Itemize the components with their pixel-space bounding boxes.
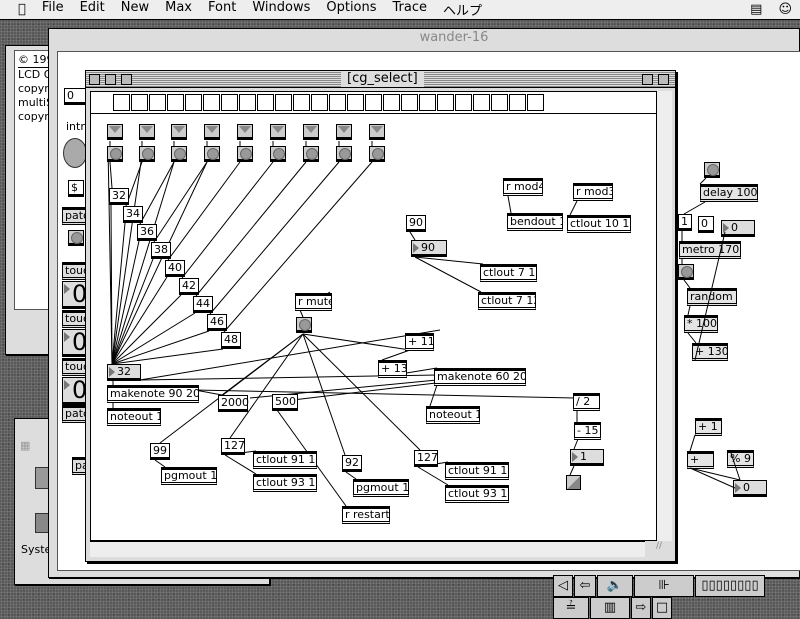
toggle[interactable] — [204, 124, 220, 140]
patcher-obj-box[interactable]: pgmout 11 — [161, 467, 217, 485]
patch-cord[interactable] — [167, 161, 241, 261]
patcher-obj-box[interactable]: ctlout 91 12 — [445, 462, 509, 480]
toggle[interactable] — [336, 124, 352, 140]
patcher-num-box[interactable]: 36 — [137, 224, 157, 241]
patch-cord[interactable] — [111, 276, 168, 365]
patcher-obj-box[interactable]: pgmout 12 — [353, 479, 409, 497]
patch-cord[interactable] — [417, 466, 449, 486]
patch-cord[interactable] — [109, 161, 113, 189]
patcher-gnum-box[interactable]: 90 — [411, 240, 447, 257]
sound-input-icon[interactable]: ≟ — [553, 597, 589, 619]
patcher-obj-box[interactable]: makenote 60 2000 — [434, 368, 526, 386]
patcher-num-box[interactable]: 2000 — [218, 395, 249, 412]
patcher-obj-box[interactable]: ctlout 91 11 — [253, 451, 317, 469]
bang-button[interactable] — [139, 146, 155, 162]
patcher-num-box[interactable]: 42 — [179, 278, 199, 295]
patcher-num-box[interactable]: 48 — [221, 332, 241, 349]
patcher-obj-box[interactable]: ctlout 10 12 — [567, 215, 631, 233]
patch-cord[interactable] — [569, 465, 575, 476]
display-icon[interactable]: ▥ — [590, 597, 630, 619]
patcher-obj-box[interactable]: + 13 — [378, 360, 407, 378]
bang-button[interactable] — [336, 146, 352, 162]
patcher-obj-box[interactable]: noteout 11 — [107, 408, 161, 426]
patch-cord[interactable] — [573, 438, 579, 450]
patcher-num-box[interactable]: 40 — [165, 260, 185, 277]
bang-button[interactable] — [270, 146, 286, 162]
toggle[interactable] — [237, 124, 253, 140]
bang-button[interactable] — [171, 146, 187, 162]
patch-cord[interactable] — [409, 231, 416, 241]
patcher-obj-box[interactable]: - 15 — [574, 422, 601, 440]
patch-cord[interactable] — [414, 256, 482, 293]
patch-cord[interactable] — [507, 195, 512, 214]
scroll-right-icon[interactable]: ⇨ — [631, 597, 651, 619]
scroll-left-icon[interactable]: ⇦ — [574, 575, 596, 597]
patch-cord[interactable] — [345, 471, 357, 480]
patcher-num-box[interactable]: 38 — [151, 242, 171, 259]
patcher-gnum-box[interactable]: 1 — [570, 449, 604, 466]
patcher-num-box[interactable]: 127 — [414, 450, 438, 467]
toggle[interactable] — [171, 124, 187, 140]
patch-cord[interactable] — [194, 389, 576, 399]
patcher-obj-box[interactable]: makenote 90 2000 — [107, 385, 199, 403]
patcher-num-box[interactable]: 500 — [272, 394, 298, 411]
patch-cord[interactable] — [224, 454, 257, 475]
patcher-obj-box[interactable]: + 11 — [405, 333, 434, 351]
patch-cord[interactable] — [229, 333, 304, 439]
toggle[interactable] — [270, 124, 286, 140]
close-strip-icon[interactable]: □ — [652, 597, 672, 619]
patcher-num-box[interactable]: 99 — [150, 443, 170, 460]
bang-button[interactable] — [237, 146, 253, 162]
patcher-obj-box[interactable]: ctlout 93 11 — [253, 474, 317, 492]
patch-cord[interactable] — [302, 333, 411, 351]
patch-cord[interactable] — [111, 330, 210, 365]
volume-bar-icon[interactable]: ▯▯▯▯▯▯▯▯ — [695, 575, 765, 597]
patcher-obj-box[interactable]: bendout 12 — [507, 213, 563, 231]
patcher-obj-box[interactable]: r mute — [295, 293, 332, 311]
patcher-obj-box[interactable]: r restart — [342, 506, 390, 524]
patch-cord[interactable] — [299, 309, 304, 318]
patcher-num-box[interactable]: 34 — [123, 206, 143, 223]
patcher-num-box[interactable]: 92 — [342, 455, 362, 472]
patch-cord[interactable] — [381, 349, 411, 361]
bang-button[interactable] — [369, 146, 385, 162]
patch-cord[interactable] — [209, 161, 340, 315]
patcher-num-box[interactable]: 32 — [109, 188, 129, 205]
patch-cord[interactable] — [154, 459, 166, 468]
patcher-obj-box[interactable]: / 2 — [573, 393, 600, 411]
patcher-num-box[interactable]: 127 — [221, 438, 245, 455]
toggle[interactable] — [107, 124, 123, 140]
patch-cords — [107, 141, 579, 507]
patcher-obj-box[interactable]: ctlout 7 11 — [480, 264, 537, 282]
speaker-icon[interactable]: 🔈 — [597, 575, 633, 597]
patcher-num-box[interactable]: 46 — [207, 314, 227, 331]
patcher-obj-box[interactable]: r mod4 — [503, 178, 543, 196]
patcher-obj-box[interactable]: r mod3 — [573, 183, 613, 201]
mute-bang-button[interactable] — [296, 317, 312, 333]
patcher-obj-box[interactable]: noteout 12 — [426, 406, 480, 424]
patch-cord[interactable] — [111, 258, 154, 365]
patcher-num-box[interactable]: 44 — [193, 296, 213, 313]
patch-cord[interactable] — [111, 348, 224, 365]
strip-tab-icon[interactable]: ◁ — [553, 575, 573, 597]
toggle[interactable] — [303, 124, 319, 140]
patcher-obj-box[interactable]: ctlout 7 12 — [478, 292, 536, 310]
patcher-gnum-box[interactable]: 32 — [107, 364, 141, 381]
bang-button[interactable] — [303, 146, 319, 162]
control-strip: ◁ ⇦ 🔈 ⊪ ▯▯▯▯▯▯▯▯ ≟ ▥ ⇨ □ — [553, 575, 800, 619]
toggle[interactable] — [139, 124, 155, 140]
patch-cord[interactable] — [111, 240, 140, 365]
toggle[interactable] — [369, 124, 385, 140]
slider-icon[interactable] — [566, 475, 581, 490]
bang-button[interactable] — [204, 146, 220, 162]
patcher-obj-box[interactable]: ctlout 93 12 — [445, 485, 509, 503]
patch-cord[interactable] — [569, 200, 578, 216]
patch-cord[interactable] — [195, 161, 307, 297]
bang-button[interactable] — [107, 146, 123, 162]
monitor-bits-icon[interactable]: ⊪ — [634, 575, 694, 597]
patcher-num-box[interactable]: 90 — [406, 215, 426, 232]
patch-cord[interactable] — [139, 161, 175, 225]
